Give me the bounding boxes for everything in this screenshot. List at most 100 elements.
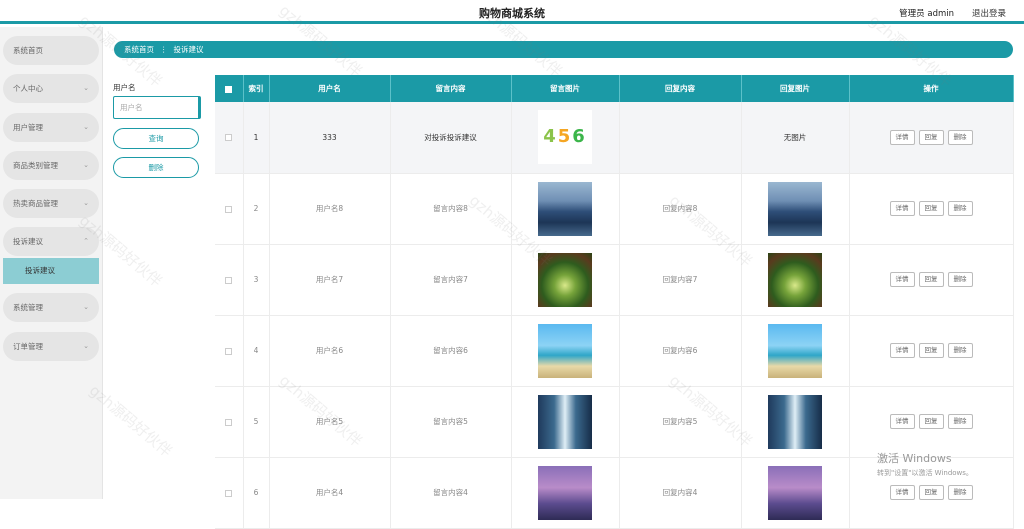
username-search-input[interactable]: 用户名 bbox=[113, 96, 201, 119]
beach-image bbox=[538, 323, 592, 378]
sidebar-item-orders[interactable]: 订单管理 ⌄ bbox=[3, 332, 99, 361]
sidebar-item-complaints[interactable]: 投诉建议 ⌃ bbox=[3, 227, 99, 256]
reply-button[interactable]: 回复 bbox=[918, 272, 944, 287]
sidebar-item-categories[interactable]: 商品类别管理 ⌄ bbox=[3, 151, 99, 180]
sidebar-item-hot-products[interactable]: 热卖商品管理 ⌄ bbox=[3, 189, 99, 218]
cell-index: 3 bbox=[243, 244, 270, 316]
sidebar-item-home[interactable]: 系统首页 bbox=[3, 36, 99, 65]
sidebar-item-users[interactable]: 用户管理 ⌄ bbox=[3, 113, 99, 142]
sidebar-subitem-complaints[interactable]: 投诉建议 bbox=[3, 258, 99, 284]
cell-image: 456 bbox=[511, 102, 620, 174]
row-checkbox[interactable] bbox=[215, 457, 244, 529]
checkbox-icon bbox=[225, 418, 233, 426]
sidebar-item-label: 个人中心 bbox=[13, 84, 43, 93]
checkbox-icon bbox=[225, 85, 233, 93]
breadcrumb-current: 投诉建议 bbox=[173, 45, 204, 54]
reply-button[interactable]: 回复 bbox=[918, 343, 944, 358]
sidebar-item-personal[interactable]: 个人中心 ⌄ bbox=[3, 74, 99, 103]
cell-index: 4 bbox=[243, 315, 270, 387]
cell-image bbox=[511, 457, 620, 529]
activation-title: 激活 Windows bbox=[877, 452, 952, 465]
reply-button[interactable]: 回复 bbox=[918, 129, 944, 145]
detail-button[interactable]: 详情 bbox=[889, 414, 915, 429]
row-checkbox[interactable] bbox=[215, 102, 244, 174]
cell-image bbox=[511, 244, 620, 316]
cell-actions: 详情 回复 删除 bbox=[849, 244, 1014, 316]
row-delete-button[interactable]: 删除 bbox=[947, 201, 973, 216]
sidebar-item-system[interactable]: 系统管理 ⌄ bbox=[3, 293, 99, 322]
sidebar-item-label: 热卖商品管理 bbox=[13, 199, 58, 208]
cell-username: 用户名6 bbox=[269, 315, 391, 387]
lake-image bbox=[768, 181, 822, 236]
cell-content: 留言内容5 bbox=[390, 386, 512, 458]
row-checkbox[interactable] bbox=[215, 173, 244, 245]
cell-actions: 详情 回复 删除 bbox=[849, 102, 1014, 174]
cell-reply: 回复内容7 bbox=[619, 244, 742, 316]
cell-content: 留言内容6 bbox=[390, 315, 512, 387]
table-row: 2 用户名8 留言内容8 回复内容8 详情 回复 删除 bbox=[215, 173, 1014, 245]
row-checkbox[interactable] bbox=[215, 244, 244, 316]
cell-username: 333 bbox=[269, 102, 391, 174]
breadcrumb-home[interactable]: 系统首页 bbox=[124, 45, 154, 54]
row-delete-button[interactable]: 删除 bbox=[947, 414, 973, 429]
beach-image bbox=[768, 323, 822, 378]
forest-image bbox=[538, 252, 592, 307]
column-header: 回复内容 bbox=[619, 75, 742, 102]
checkbox-icon bbox=[225, 489, 233, 497]
column-header: 留言内容 bbox=[390, 75, 512, 102]
detail-button[interactable]: 详情 bbox=[889, 485, 915, 500]
chevron-down-icon: ⌄ bbox=[83, 84, 89, 92]
cell-index: 1 bbox=[243, 102, 270, 174]
cell-reply-image bbox=[741, 315, 850, 387]
row-delete-button[interactable]: 删除 bbox=[947, 272, 973, 287]
detail-button[interactable]: 详情 bbox=[889, 272, 915, 287]
detail-button[interactable]: 详情 bbox=[889, 343, 915, 358]
cell-username: 用户名4 bbox=[269, 457, 391, 529]
cell-content: 留言内容4 bbox=[390, 457, 512, 529]
query-button[interactable]: 查询 bbox=[113, 128, 199, 149]
breadcrumb: 系统首页 ⋮ 投诉建议 bbox=[114, 41, 1013, 58]
row-delete-button[interactable]: 删除 bbox=[947, 485, 973, 500]
checkbox-icon bbox=[225, 134, 233, 142]
cell-actions: 详情 回复 删除 bbox=[849, 173, 1014, 245]
sidebar-item-label: 订单管理 bbox=[13, 342, 43, 351]
cell-image bbox=[511, 315, 620, 387]
chevron-down-icon: ⌄ bbox=[83, 161, 89, 169]
row-delete-button[interactable]: 删除 bbox=[947, 129, 973, 145]
cell-username: 用户名5 bbox=[269, 386, 391, 458]
breadcrumb-separator: ⋮ bbox=[160, 45, 168, 54]
logout-link[interactable]: 退出登录 bbox=[972, 7, 1006, 19]
app-title: 购物商城系统 bbox=[479, 7, 545, 20]
chevron-down-icon: ⌄ bbox=[83, 342, 89, 350]
row-checkbox[interactable] bbox=[215, 315, 244, 387]
reply-button[interactable]: 回复 bbox=[918, 485, 944, 500]
column-header: 用户名 bbox=[269, 75, 391, 102]
waterfall-image bbox=[768, 394, 822, 449]
cell-reply-image bbox=[741, 457, 850, 529]
sidebar-item-label: 系统管理 bbox=[13, 303, 43, 312]
reply-button[interactable]: 回复 bbox=[918, 201, 944, 216]
cell-index: 2 bbox=[243, 173, 270, 245]
cell-image bbox=[511, 386, 620, 458]
detail-button[interactable]: 详情 bbox=[889, 129, 915, 145]
select-all-checkbox[interactable] bbox=[215, 75, 244, 102]
cell-actions: 详情 回复 删除 bbox=[849, 386, 1014, 458]
checkbox-icon bbox=[225, 347, 233, 355]
table-row: 1 333 对投诉投诉建议 456 无图片 详情 回复 删除 bbox=[215, 102, 1014, 174]
detail-button[interactable]: 详情 bbox=[889, 201, 915, 216]
sidebar-item-label: 投诉建议 bbox=[13, 237, 43, 246]
sunset-image bbox=[538, 465, 592, 520]
activation-subtitle: 转到"设置"以激活 Windows。 bbox=[877, 469, 973, 477]
cell-reply-image bbox=[741, 244, 850, 316]
captcha-digit: 5 bbox=[557, 126, 573, 148]
delete-button[interactable]: 删除 bbox=[113, 157, 199, 178]
table-row: 5 用户名5 留言内容5 回复内容5 详情 回复 删除 bbox=[215, 386, 1014, 458]
cell-image bbox=[511, 173, 620, 245]
row-delete-button[interactable]: 删除 bbox=[947, 343, 973, 358]
sidebar: 系统首页 个人中心 ⌄ 用户管理 ⌄ 商品类别管理 ⌄ 热卖商品管理 ⌄ 投诉建… bbox=[0, 27, 103, 499]
cell-reply: 回复内容6 bbox=[619, 315, 742, 387]
row-checkbox[interactable] bbox=[215, 386, 244, 458]
chevron-up-icon: ⌃ bbox=[83, 237, 89, 245]
windows-activation-notice: 激活 Windows 转到"设置"以激活 Windows。 bbox=[877, 450, 973, 478]
reply-button[interactable]: 回复 bbox=[918, 414, 944, 429]
